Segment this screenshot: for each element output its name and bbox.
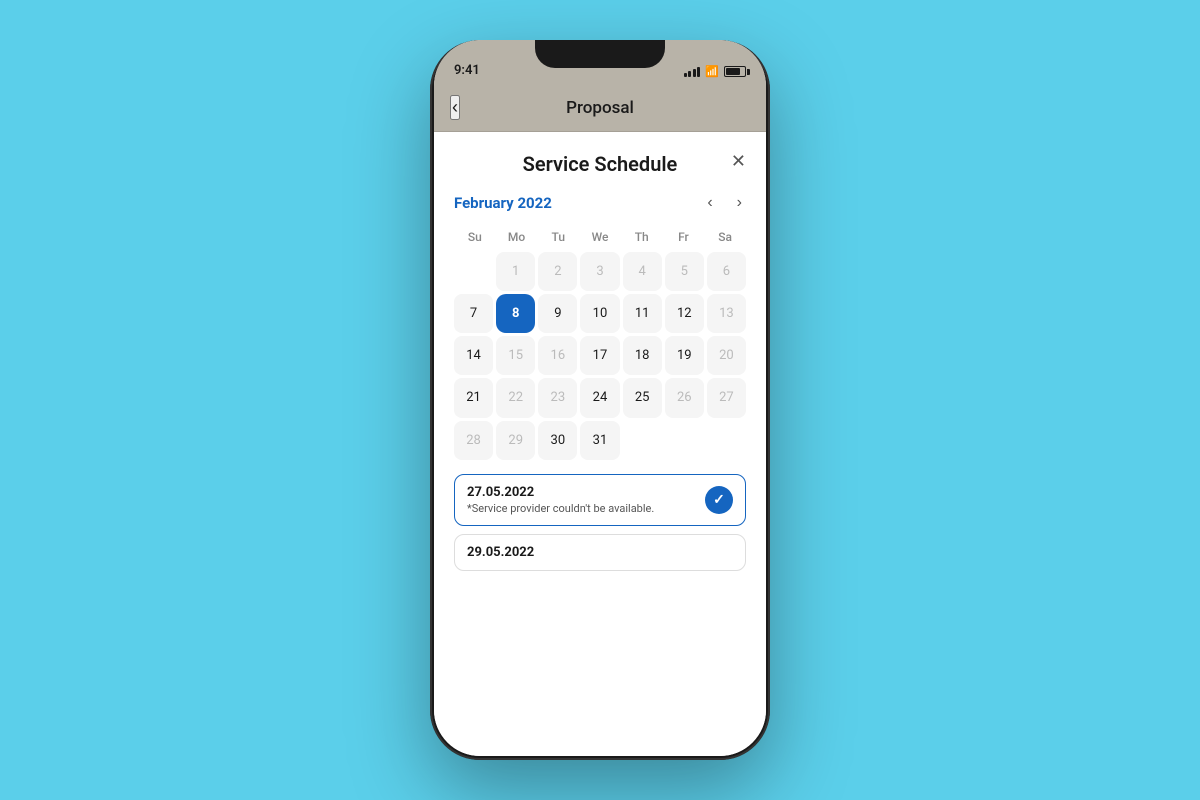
signal-icon bbox=[684, 67, 701, 77]
cal-day[interactable]: 5 bbox=[665, 252, 704, 291]
cal-day[interactable]: 18 bbox=[623, 336, 662, 375]
phone-notch bbox=[535, 40, 665, 68]
cal-day bbox=[623, 421, 662, 460]
cal-day[interactable]: 31 bbox=[580, 421, 619, 460]
weekday-th: Th bbox=[621, 226, 663, 248]
cal-day bbox=[707, 421, 746, 460]
cal-day[interactable]: 10 bbox=[580, 294, 619, 333]
weekday-we: We bbox=[579, 226, 621, 248]
cal-day[interactable]: 16 bbox=[538, 336, 577, 375]
calendar-grid: Su Mo Tu We Th Fr Sa 1234567891011121314… bbox=[454, 226, 746, 460]
cal-day[interactable]: 4 bbox=[623, 252, 662, 291]
schedule-list: 27.05.2022 *Service provider couldn't be… bbox=[454, 474, 746, 571]
schedule-item-1[interactable]: 27.05.2022 *Service provider couldn't be… bbox=[454, 474, 746, 526]
cal-day[interactable]: 1 bbox=[496, 252, 535, 291]
calendar-weekdays: Su Mo Tu We Th Fr Sa bbox=[454, 226, 746, 248]
nav-bar: ‹ Proposal bbox=[434, 84, 766, 132]
weekday-fr: Fr bbox=[663, 226, 705, 248]
cal-day[interactable]: 14 bbox=[454, 336, 493, 375]
schedule-date-1: 27.05.2022 bbox=[467, 485, 705, 500]
weekday-su: Su bbox=[454, 226, 496, 248]
cal-day[interactable]: 22 bbox=[496, 378, 535, 417]
cal-day[interactable]: 21 bbox=[454, 378, 493, 417]
phone-screen: 9:41 📶 ‹ Proposal bbox=[434, 40, 766, 756]
schedule-item-info-1: 27.05.2022 *Service provider couldn't be… bbox=[467, 485, 705, 515]
close-button[interactable]: ✕ bbox=[731, 152, 746, 170]
cal-day bbox=[665, 421, 704, 460]
cal-day[interactable]: 24 bbox=[580, 378, 619, 417]
cal-day[interactable]: 11 bbox=[623, 294, 662, 333]
cal-day[interactable]: 8 bbox=[496, 294, 535, 333]
cal-day[interactable]: 13 bbox=[707, 294, 746, 333]
weekday-sa: Sa bbox=[704, 226, 746, 248]
phone-body: Service Schedule ✕ February 2022 ‹ › S bbox=[434, 132, 766, 756]
cal-day[interactable]: 19 bbox=[665, 336, 704, 375]
schedule-check-1[interactable]: ✓ bbox=[705, 486, 733, 514]
cal-day[interactable]: 15 bbox=[496, 336, 535, 375]
cal-day[interactable]: 17 bbox=[580, 336, 619, 375]
nav-title: Proposal bbox=[566, 98, 634, 118]
cal-day[interactable]: 2 bbox=[538, 252, 577, 291]
cal-day[interactable]: 27 bbox=[707, 378, 746, 417]
wifi-icon: 📶 bbox=[705, 65, 719, 78]
battery-icon bbox=[724, 66, 746, 77]
cal-day[interactable]: 9 bbox=[538, 294, 577, 333]
calendar-days: 1234567891011121314151617181920212223242… bbox=[454, 252, 746, 460]
cal-day[interactable]: 26 bbox=[665, 378, 704, 417]
cal-day[interactable]: 20 bbox=[707, 336, 746, 375]
cal-day[interactable]: 25 bbox=[623, 378, 662, 417]
checkmark-icon: ✓ bbox=[713, 492, 725, 508]
calendar-nav: ‹ › bbox=[703, 192, 746, 214]
modal-header: Service Schedule ✕ bbox=[454, 152, 746, 176]
cal-day bbox=[454, 252, 493, 291]
schedule-date-2: 29.05.2022 bbox=[467, 545, 733, 560]
calendar-month: February 2022 bbox=[454, 194, 552, 212]
cal-day[interactable]: 12 bbox=[665, 294, 704, 333]
modal-title: Service Schedule bbox=[523, 152, 678, 176]
status-icons: 📶 bbox=[684, 65, 746, 78]
cal-day[interactable]: 7 bbox=[454, 294, 493, 333]
status-time: 9:41 bbox=[454, 63, 480, 78]
modal-card: Service Schedule ✕ February 2022 ‹ › S bbox=[434, 132, 766, 756]
weekday-tu: Tu bbox=[537, 226, 579, 248]
cal-day[interactable]: 28 bbox=[454, 421, 493, 460]
cal-day[interactable]: 6 bbox=[707, 252, 746, 291]
weekday-mo: Mo bbox=[496, 226, 538, 248]
cal-day[interactable]: 29 bbox=[496, 421, 535, 460]
schedule-item-2[interactable]: 29.05.2022 bbox=[454, 534, 746, 571]
cal-day[interactable]: 3 bbox=[580, 252, 619, 291]
next-month-button[interactable]: › bbox=[733, 192, 746, 214]
cal-day[interactable]: 23 bbox=[538, 378, 577, 417]
back-button[interactable]: ‹ bbox=[450, 95, 460, 120]
cal-day[interactable]: 30 bbox=[538, 421, 577, 460]
prev-month-button[interactable]: ‹ bbox=[703, 192, 716, 214]
calendar-header: February 2022 ‹ › bbox=[454, 192, 746, 214]
schedule-note-1: *Service provider couldn't be available. bbox=[467, 502, 705, 515]
phone-frame: 9:41 📶 ‹ Proposal bbox=[430, 40, 770, 760]
